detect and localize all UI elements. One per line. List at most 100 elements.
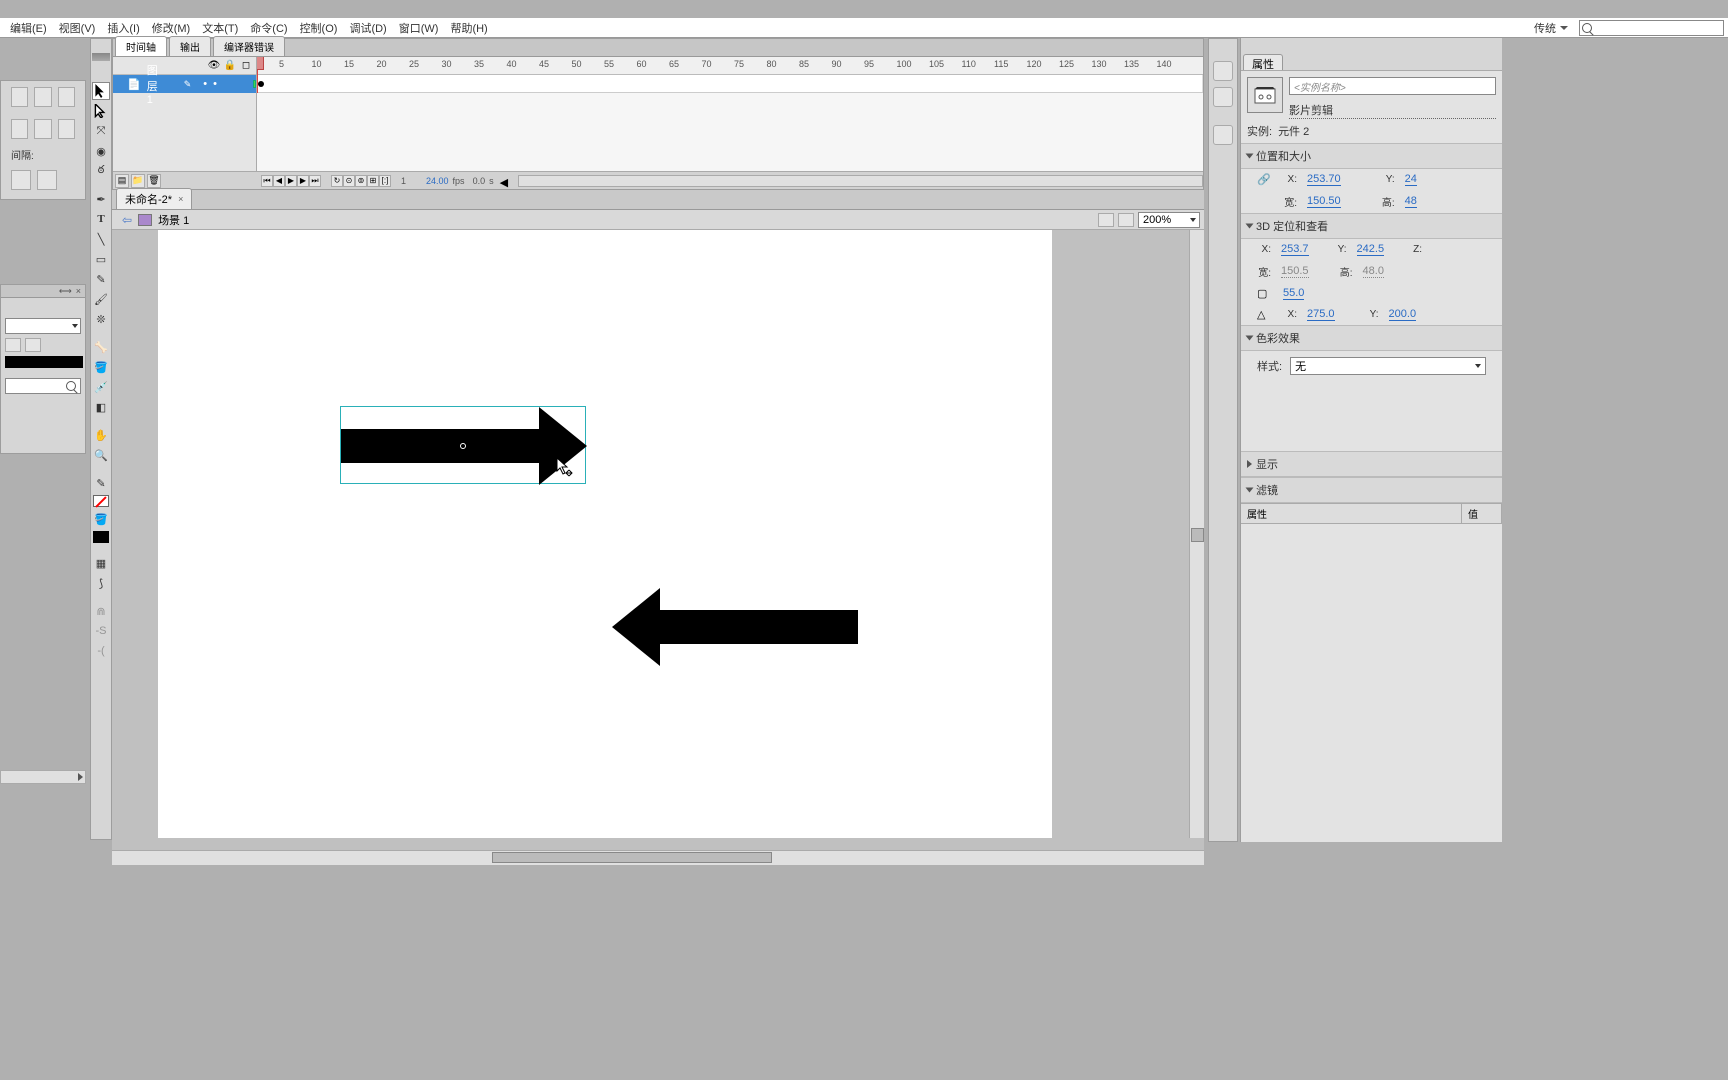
style-select[interactable]: 无: [1290, 357, 1486, 375]
playhead[interactable]: [257, 57, 258, 93]
col-attr[interactable]: 属性: [1241, 504, 1462, 523]
workspace-switcher[interactable]: 传统: [1534, 20, 1568, 36]
x-value[interactable]: 253.70: [1307, 173, 1341, 186]
instance-name-input[interactable]: <实例名称>: [1289, 77, 1496, 95]
x3-value[interactable]: 253.7: [1281, 243, 1309, 256]
swatches-panel-button[interactable]: [1213, 87, 1233, 107]
library-new-button[interactable]: [25, 338, 41, 352]
section-display[interactable]: 显示: [1241, 451, 1502, 477]
info-panel-button[interactable]: [1213, 125, 1233, 145]
align-top-button[interactable]: [11, 119, 28, 139]
menu-insert[interactable]: 插入(I): [101, 18, 145, 38]
snap-button[interactable]: ▦: [92, 554, 110, 572]
brush-tool[interactable]: 🖌: [92, 290, 110, 308]
space-h-button[interactable]: [11, 170, 31, 190]
delete-layer-button[interactable]: 🗑: [147, 174, 161, 188]
align-vcenter-button[interactable]: [34, 119, 51, 139]
menu-window[interactable]: 窗口(W): [393, 18, 445, 38]
h-value[interactable]: 48: [1405, 195, 1417, 208]
tab-timeline[interactable]: 时间轴: [115, 36, 167, 56]
menu-control[interactable]: 控制(O): [294, 18, 344, 38]
library-pin-button[interactable]: [5, 338, 21, 352]
library-search[interactable]: [5, 378, 81, 394]
3d-rotation-tool[interactable]: ◉: [92, 142, 110, 160]
tools-grip[interactable]: [92, 53, 110, 61]
layer-row[interactable]: 📄 图层 1 ✎ ••: [113, 75, 256, 93]
y-value[interactable]: 24: [1405, 173, 1417, 186]
timeline-scrollbar[interactable]: [518, 175, 1203, 187]
w-value[interactable]: 150.50: [1307, 195, 1341, 208]
col-val[interactable]: 值: [1462, 504, 1502, 523]
onion-button[interactable]: ⊙: [343, 175, 355, 187]
lasso-tool[interactable]: ఠ: [92, 162, 110, 180]
back-button[interactable]: ⇦: [122, 213, 132, 227]
rectangle-tool[interactable]: ▭: [92, 250, 110, 268]
line-tool[interactable]: ╲: [92, 230, 110, 248]
frame-ruler[interactable]: 5101520253035404550556065707580859095100…: [257, 57, 1203, 75]
pencil-tool[interactable]: ✎: [92, 270, 110, 288]
pen-tool[interactable]: ✒: [92, 190, 110, 208]
menu-view[interactable]: 视图(V): [53, 18, 102, 38]
stage-area[interactable]: [112, 230, 1204, 850]
last-frame-button[interactable]: ⏭: [309, 175, 321, 187]
marker-button[interactable]: [:]: [379, 175, 391, 187]
option-2[interactable]: -S: [92, 622, 110, 640]
text-tool[interactable]: T: [92, 210, 110, 228]
align-bottom-button[interactable]: [58, 119, 75, 139]
free-transform-tool[interactable]: ⤧: [92, 122, 110, 140]
tab-output[interactable]: 输出: [169, 36, 211, 56]
option-1[interactable]: ⋒: [92, 602, 110, 620]
scroll-left-button[interactable]: ◀: [500, 176, 510, 186]
color-panel-button[interactable]: [1213, 61, 1233, 81]
play-button[interactable]: ▶: [285, 175, 297, 187]
arrow-left-shape[interactable]: [612, 588, 858, 666]
document-tab[interactable]: 未命名-2* ×: [116, 188, 192, 209]
section-3d[interactable]: 3D 定位和查看: [1241, 213, 1502, 239]
section-color[interactable]: 色彩效果: [1241, 325, 1502, 351]
prev-frame-button[interactable]: ◀: [273, 175, 285, 187]
edit-multi-button[interactable]: ⊞: [367, 175, 379, 187]
menu-debug[interactable]: 调试(D): [343, 18, 392, 38]
fill-swatch[interactable]: [93, 531, 109, 543]
close-tab-button[interactable]: ×: [178, 194, 183, 204]
lock-icon[interactable]: 🔒: [224, 60, 236, 72]
panel-close-icon[interactable]: ×: [76, 286, 81, 296]
new-folder-button[interactable]: 📁: [131, 174, 145, 188]
space-v-button[interactable]: [37, 170, 57, 190]
stroke-color[interactable]: ✎: [92, 474, 110, 492]
option-3[interactable]: -(: [92, 642, 110, 660]
bone-tool[interactable]: 🦴: [92, 338, 110, 356]
scene-name[interactable]: 场景 1: [158, 212, 189, 228]
selection-bounds[interactable]: [340, 406, 586, 484]
align-right-button[interactable]: [58, 87, 75, 107]
subselection-tool[interactable]: [92, 102, 110, 120]
left-scroll[interactable]: [0, 770, 86, 784]
eye-icon[interactable]: 👁: [208, 60, 220, 72]
vertical-scrollbar[interactable]: [1189, 230, 1204, 838]
onion-outline-button[interactable]: ⊚: [355, 175, 367, 187]
fill-color[interactable]: 🪣: [92, 510, 110, 528]
zoom-select[interactable]: 200%: [1138, 212, 1200, 228]
vx-value[interactable]: 275.0: [1307, 308, 1335, 321]
menu-edit[interactable]: 编辑(E): [4, 18, 53, 38]
link-icon[interactable]: 🔗: [1257, 173, 1273, 186]
paint-bucket-tool[interactable]: 🪣: [92, 358, 110, 376]
selection-tool[interactable]: [92, 82, 110, 100]
loop-button[interactable]: ↻: [331, 175, 343, 187]
align-hcenter-button[interactable]: [34, 87, 51, 107]
stroke-swatch[interactable]: [93, 495, 109, 507]
zoom-tool[interactable]: 🔍: [92, 446, 110, 464]
menu-text[interactable]: 文本(T): [196, 18, 244, 38]
vy-value[interactable]: 200.0: [1389, 308, 1417, 321]
align-left-button[interactable]: [11, 87, 28, 107]
edit-symbol-button[interactable]: [1118, 213, 1134, 227]
menu-commands[interactable]: 命令(C): [244, 18, 293, 38]
outline-icon[interactable]: ◻: [240, 60, 252, 72]
scrollbar-thumb[interactable]: [1191, 528, 1204, 542]
scrollbar-thumb[interactable]: [492, 852, 772, 863]
panel-collapse-icon[interactable]: ⟷: [59, 286, 72, 297]
stage[interactable]: [158, 230, 1052, 838]
search-input[interactable]: [1579, 20, 1724, 36]
horizontal-scrollbar[interactable]: [112, 850, 1204, 865]
tab-errors[interactable]: 编译器错误: [213, 36, 285, 56]
